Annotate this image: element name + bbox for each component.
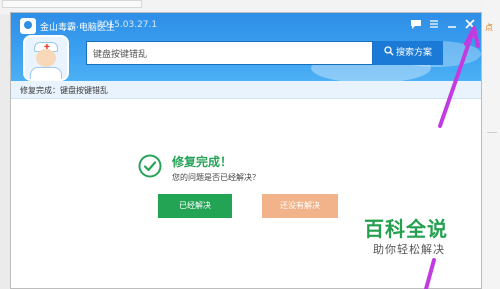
search-input[interactable] [86, 41, 373, 65]
check-circle-icon [138, 154, 162, 178]
breadcrumb-bar: 修复完成：键盘按键错乱 [11, 81, 481, 99]
background-box [2, 0, 142, 8]
doctor-coat [30, 67, 62, 79]
watermark-subtitle: 助你轻松解决 [373, 243, 445, 256]
close-icon[interactable] [463, 17, 477, 31]
solved-button[interactable]: 已经解决 [158, 194, 232, 218]
background-divider [487, 132, 497, 133]
search-icon [384, 46, 394, 56]
result-title: 修复完成！ [172, 155, 233, 169]
doctor-avatar: ✚ [23, 35, 69, 81]
breadcrumb: 修复完成：键盘按键错乱 [20, 86, 108, 95]
minimize-icon[interactable] [445, 17, 459, 31]
background-right-strip: 点 [482, 0, 500, 289]
doctor-face [36, 49, 56, 67]
watermark-title: 百科全说 [364, 217, 448, 241]
result-question: 您的问题是否已经解决？ [172, 173, 260, 182]
search-button[interactable]: 搜索方案 [373, 41, 443, 65]
menu-icon[interactable] [427, 17, 441, 31]
app-header: 金山毒霸·电脑医生 2015.03.27.1 ✚ 搜索方案 [11, 13, 481, 83]
chat-bubble-icon[interactable] [409, 17, 423, 31]
background-edge-text: 点 [485, 23, 493, 32]
app-logo-icon [20, 18, 36, 34]
app-version: 2015.03.27.1 [97, 20, 158, 30]
unsolved-button[interactable]: 还没有解决 [262, 194, 338, 218]
search-button-label: 搜索方案 [395, 48, 432, 58]
